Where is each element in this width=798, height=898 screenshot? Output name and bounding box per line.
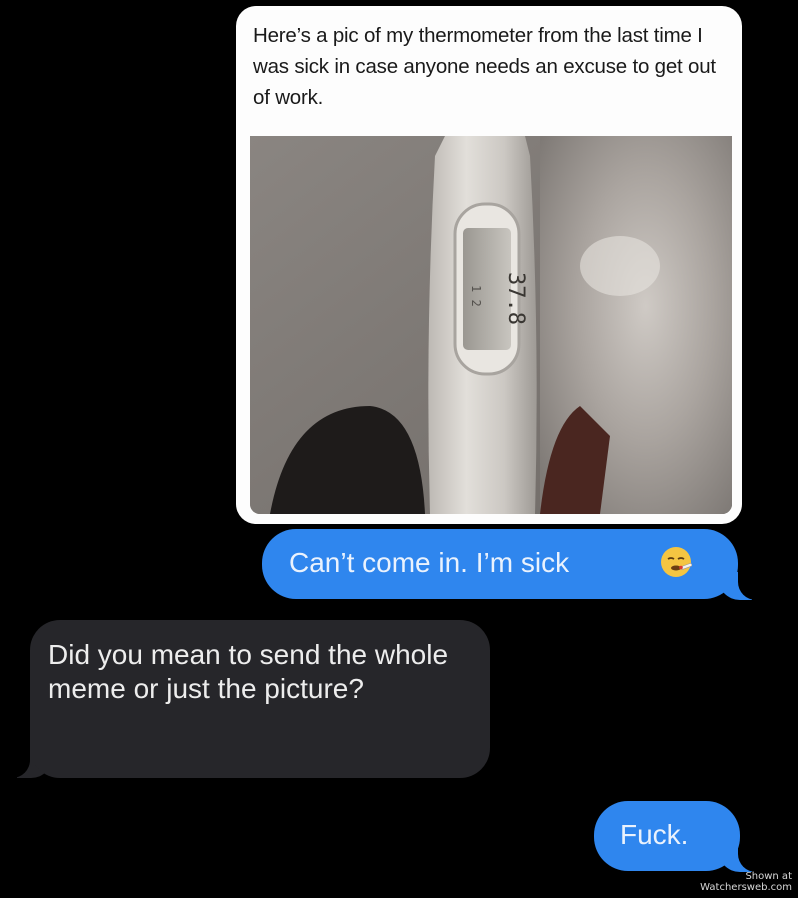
outgoing-message-reply[interactable]: Fuck. <box>594 801 740 871</box>
message-tail-mask <box>738 832 768 872</box>
meme-caption: Here’s a pic of my thermometer from the … <box>253 24 716 109</box>
outgoing-message-sick[interactable]: Can’t come in. I’m sick <box>262 529 738 599</box>
thermometer-photo: 37.8 1 2 <box>250 136 732 514</box>
message-text: Did you mean to send the whole meme or j… <box>48 639 449 705</box>
svg-text:1 2: 1 2 <box>469 285 483 307</box>
thermometer-photo-art: 37.8 1 2 <box>250 136 732 514</box>
watermark-line-1: Shown at <box>745 871 792 882</box>
watermark-line-2: Watchersweb.com <box>700 882 792 893</box>
svg-text:37.8: 37.8 <box>503 272 528 325</box>
watermark: Shown at Watchersweb.com <box>700 871 792 893</box>
incoming-message-question[interactable]: Did you mean to send the whole meme or j… <box>30 620 490 778</box>
message-tail-mask <box>738 560 768 600</box>
message-text: Can’t come in. I’m sick <box>289 547 570 578</box>
meme-image-message[interactable]: Here’s a pic of my thermometer from the … <box>236 6 742 524</box>
message-text: Fuck. <box>620 819 689 850</box>
face-with-thermometer-icon <box>660 546 693 578</box>
